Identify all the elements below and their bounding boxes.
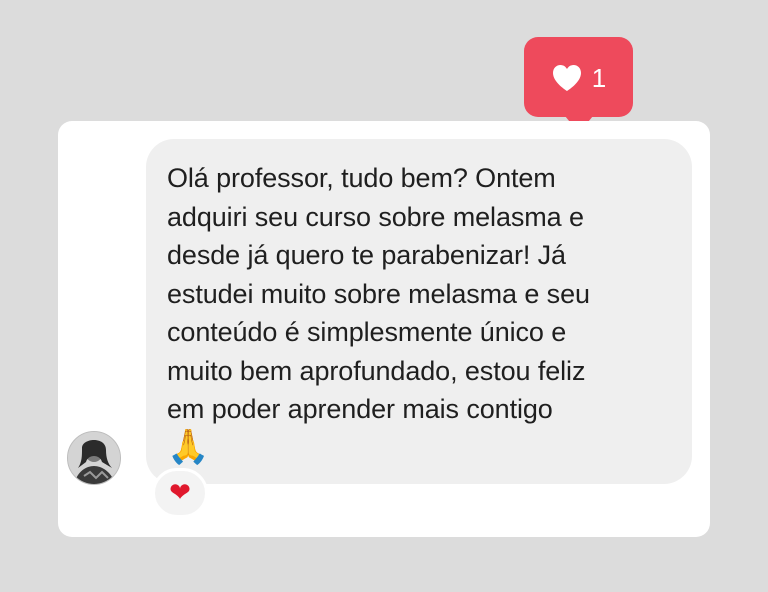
message-text: Olá professor, tudo bem? Ontem adquiri s… <box>167 163 590 424</box>
avatar[interactable] <box>67 431 121 485</box>
profile-photo <box>68 432 120 484</box>
like-notification-badge[interactable]: 1 <box>524 37 633 133</box>
heart-reaction-icon: ❤ <box>169 478 191 508</box>
prayer-hands-emoji: 🙏 <box>167 426 210 467</box>
heart-reaction[interactable]: ❤ <box>152 468 208 518</box>
heart-icon <box>552 64 581 91</box>
message-bubble[interactable]: Olá professor, tudo bem? Ontem adquiri s… <box>146 139 692 484</box>
like-count: 1 <box>591 63 607 93</box>
